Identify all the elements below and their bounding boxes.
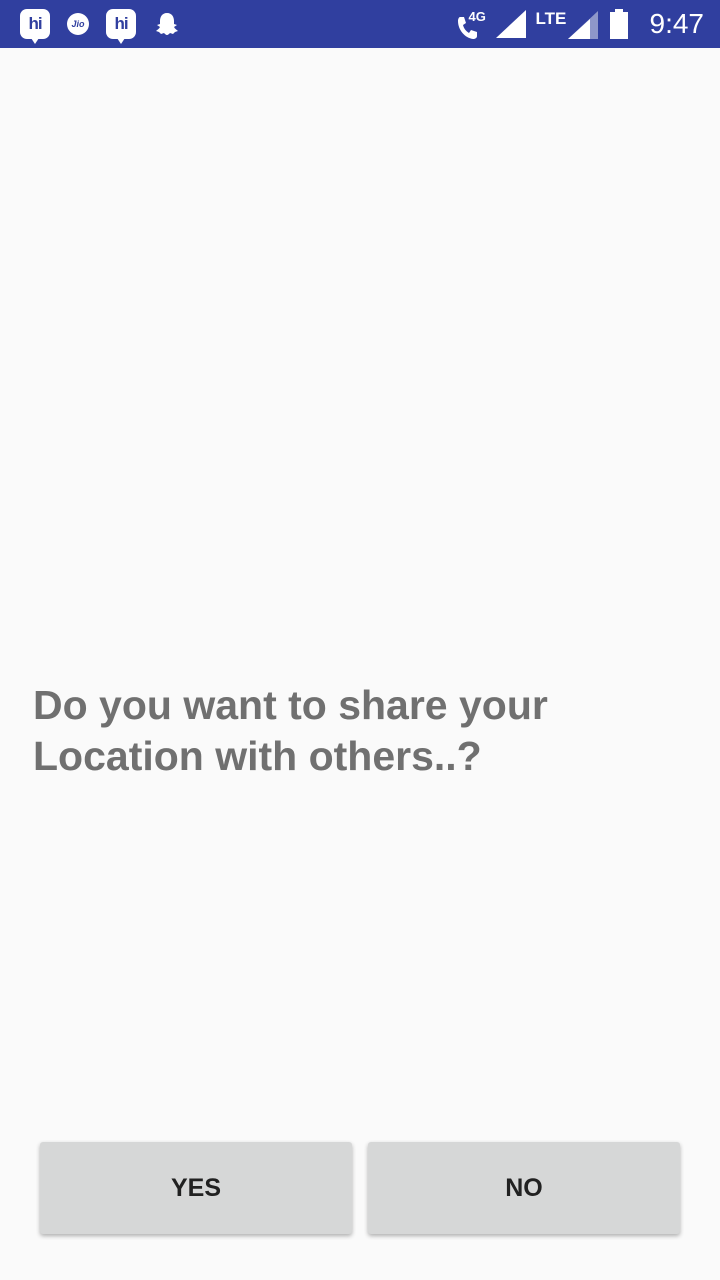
- network-type-label: LTE: [535, 9, 567, 28]
- signal-icon: [495, 10, 526, 38]
- hike-icon: hi: [106, 9, 136, 44]
- call-network-tag: 4G: [468, 9, 486, 24]
- volte-call-icon: 4G: [456, 9, 486, 39]
- system-icons: 4G LTE 9:47: [456, 0, 705, 48]
- hike-icon: hi: [20, 9, 50, 44]
- status-bar: hi Jio hi 4G LTE 9:47: [0, 0, 720, 48]
- status-clock: 9:47: [649, 8, 705, 39]
- share-location-question: Do you want to share your Location with …: [33, 682, 548, 779]
- jio-icon: Jio: [67, 13, 89, 35]
- yes-button[interactable]: YES: [40, 1142, 352, 1234]
- no-button[interactable]: NO: [368, 1142, 680, 1234]
- notification-icons: hi Jio hi: [20, 8, 181, 44]
- app-screen: hi Jio hi 4G LTE 9:47 Do you want to sha…: [0, 0, 720, 1280]
- lte-signal-group: LTE: [536, 4, 598, 44]
- lte-signal-icon: [567, 11, 598, 39]
- snapchat-ghost-icon: [153, 10, 181, 38]
- battery-icon: [609, 9, 628, 39]
